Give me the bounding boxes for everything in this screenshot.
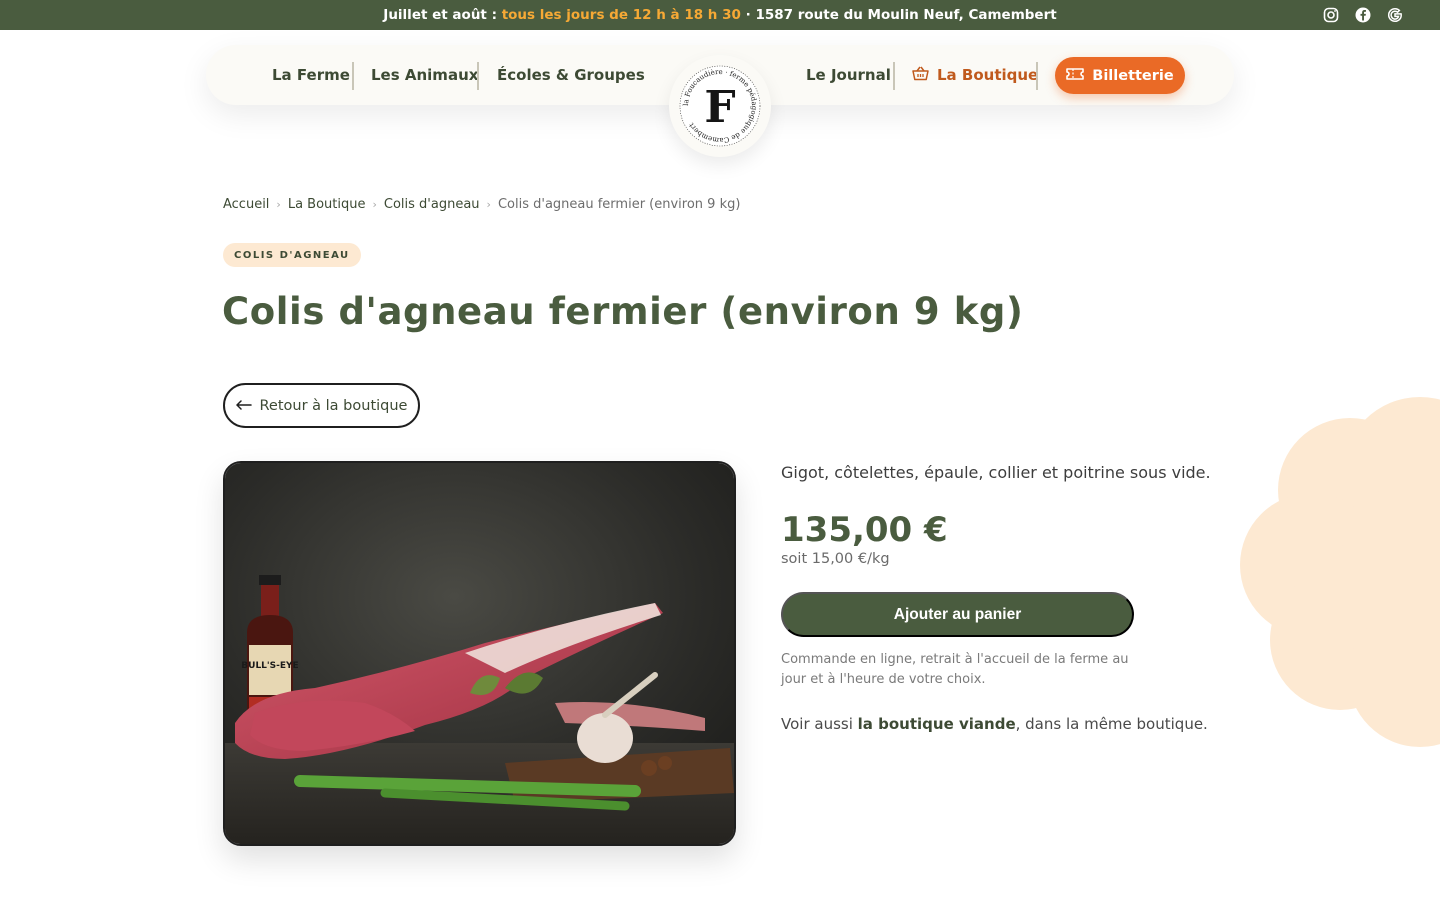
nav-divider bbox=[352, 62, 354, 90]
facebook-icon[interactable] bbox=[1354, 6, 1372, 24]
product-price: 135,00 € bbox=[781, 510, 948, 550]
page-title: Colis d'agneau fermier (environ 9 kg) bbox=[222, 290, 1024, 333]
ticket-icon bbox=[1066, 67, 1085, 85]
nav-item-les-animaux[interactable]: Les Animaux bbox=[371, 45, 478, 105]
add-to-cart-button[interactable]: Ajouter au panier bbox=[781, 592, 1134, 637]
nav-divider bbox=[477, 62, 479, 90]
basket-icon bbox=[912, 66, 929, 85]
price-per-kg: soit 15,00 €/kg bbox=[781, 551, 890, 567]
breadcrumb: Accueil › La Boutique › Colis d'agneau ›… bbox=[223, 197, 740, 212]
pickup-note: Commande en ligne, retrait à l'accueil d… bbox=[781, 652, 1129, 687]
nav-item-le-journal[interactable]: Le Journal bbox=[806, 45, 891, 105]
decorative-cloud-shape bbox=[1240, 397, 1440, 747]
see-also-prefix: Voir aussi bbox=[781, 715, 853, 733]
see-also-text: Voir aussi la boutique viande, dans la m… bbox=[781, 715, 1208, 733]
meat-shop-link[interactable]: la boutique viande bbox=[858, 715, 1016, 733]
back-to-shop-label: Retour à la boutique bbox=[259, 397, 408, 414]
chevron-right-icon: › bbox=[372, 198, 377, 211]
product-description: Gigot, côtelettes, épaule, collier et po… bbox=[781, 463, 1211, 482]
announcement-address: · 1587 route du Moulin Neuf, Camembert bbox=[745, 7, 1057, 23]
arrow-left-icon bbox=[235, 398, 252, 414]
billetterie-label: Billetterie bbox=[1092, 67, 1174, 84]
social-links bbox=[1322, 0, 1404, 30]
back-to-shop-button[interactable]: Retour à la boutique bbox=[223, 383, 420, 428]
nav-item-ecoles-groupes[interactable]: Écoles & Groupes bbox=[497, 45, 645, 105]
announcement-text: Juillet et août : tous les jours de 12 h… bbox=[383, 7, 1056, 23]
announcement-prefix: Juillet et août : bbox=[383, 7, 497, 23]
nav-item-la-boutique-label: La Boutique bbox=[937, 66, 1039, 84]
chevron-right-icon: › bbox=[276, 198, 281, 211]
svg-text:F: F bbox=[704, 82, 735, 133]
nav-item-la-ferme[interactable]: La Ferme bbox=[272, 45, 350, 105]
see-also-suffix: , dans la même boutique. bbox=[1015, 715, 1208, 733]
chevron-right-icon: › bbox=[486, 198, 491, 211]
nav-divider bbox=[1036, 62, 1038, 90]
breadcrumb-accueil[interactable]: Accueil bbox=[223, 197, 269, 212]
announcement-hours: tous les jours de 12 h à 18 h 30 bbox=[501, 7, 741, 23]
product-image: BULL'S-EYE bbox=[223, 461, 736, 846]
nav-divider bbox=[893, 62, 895, 90]
site-logo[interactable]: la Foucaudière · ferme pédagogique de Ca… bbox=[669, 55, 771, 157]
breadcrumb-current: Colis d'agneau fermier (environ 9 kg) bbox=[497, 197, 741, 212]
svg-text:BULL'S-EYE: BULL'S-EYE bbox=[241, 661, 298, 671]
instagram-icon[interactable] bbox=[1322, 6, 1340, 24]
nav-item-la-boutique[interactable]: La Boutique bbox=[912, 45, 1038, 105]
google-icon[interactable] bbox=[1386, 6, 1404, 24]
category-badge: COLIS D'AGNEAU bbox=[223, 243, 361, 267]
breadcrumb-la-boutique[interactable]: La Boutique bbox=[288, 197, 366, 212]
breadcrumb-colis-agneau[interactable]: Colis d'agneau bbox=[384, 197, 480, 212]
billetterie-button[interactable]: Billetterie bbox=[1055, 57, 1185, 94]
announcement-bar: Juillet et août : tous les jours de 12 h… bbox=[0, 0, 1440, 30]
